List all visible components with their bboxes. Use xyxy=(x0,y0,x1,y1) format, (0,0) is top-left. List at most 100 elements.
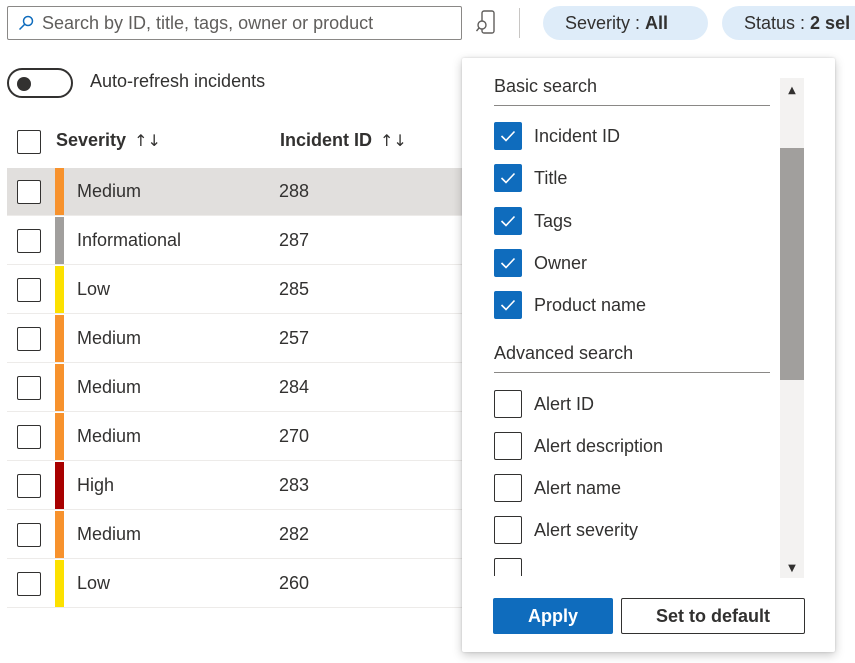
option-label: Alert description xyxy=(534,435,664,456)
search-box[interactable] xyxy=(7,6,462,40)
checkbox-checked[interactable] xyxy=(494,291,522,319)
row-checkbox[interactable] xyxy=(17,278,41,302)
incident-id-cell: 287 xyxy=(279,230,310,250)
advanced-search-title: Advanced search xyxy=(494,343,634,363)
severity-color-bar xyxy=(55,511,64,558)
column-label: Incident ID xyxy=(280,130,373,150)
column-label: Severity xyxy=(56,130,127,150)
checkmark-icon xyxy=(500,299,516,311)
option-incident-id[interactable]: Incident ID xyxy=(494,121,620,151)
option-label: Alert name xyxy=(534,477,622,498)
incident-id-cell: 282 xyxy=(279,524,310,544)
search-options-button[interactable] xyxy=(474,8,500,38)
severity-color-bar xyxy=(55,462,64,509)
severity-color-bar xyxy=(55,364,64,411)
severity-cell: Medium xyxy=(77,377,142,397)
auto-refresh-toggle[interactable] xyxy=(7,68,73,98)
row-checkbox[interactable] xyxy=(17,180,41,204)
checkbox-unchecked[interactable] xyxy=(494,432,522,460)
checkbox-checked[interactable] xyxy=(494,249,522,277)
incident-id-cell: 283 xyxy=(279,475,310,495)
severity-filter-pill[interactable]: Severity : All xyxy=(543,6,708,40)
option-partial[interactable] xyxy=(494,557,534,576)
incident-id-cell: 260 xyxy=(279,573,310,593)
scroll-up-icon[interactable]: ▲ xyxy=(780,80,804,100)
option-alert-id[interactable]: Alert ID xyxy=(494,389,594,419)
checkbox-checked[interactable] xyxy=(494,207,522,235)
search-icon xyxy=(18,15,34,31)
option-label: Title xyxy=(534,167,568,188)
option-alert-severity[interactable]: Alert severity xyxy=(494,515,638,545)
option-alert-description[interactable]: Alert description xyxy=(494,431,663,461)
severity-filter-label: Severity : xyxy=(565,12,641,33)
status-filter-pill[interactable]: Status : 2 sel xyxy=(722,6,855,40)
severity-cell: Medium xyxy=(77,181,142,201)
table-row[interactable]: Low 260 xyxy=(7,560,462,608)
column-header-incident-id[interactable]: Incident ID ↑↓ xyxy=(280,130,407,151)
option-label: Alert severity xyxy=(534,519,639,540)
option-label: Owner xyxy=(534,252,588,273)
table-row[interactable]: Low 285 xyxy=(7,266,462,314)
table-row[interactable]: Medium 270 xyxy=(7,413,462,461)
scroll-down-icon[interactable]: ▼ xyxy=(780,558,804,578)
checkbox-checked[interactable] xyxy=(494,122,522,150)
severity-color-bar xyxy=(55,413,64,460)
table-row[interactable]: Medium 284 xyxy=(7,364,462,412)
table-row[interactable]: Informational 287 xyxy=(7,217,462,265)
search-input[interactable] xyxy=(40,11,444,35)
row-checkbox[interactable] xyxy=(17,523,41,547)
option-label: Product name xyxy=(534,294,647,315)
row-checkbox[interactable] xyxy=(17,376,41,400)
incident-id-cell: 257 xyxy=(279,328,310,348)
severity-color-bar xyxy=(55,560,64,607)
row-checkbox[interactable] xyxy=(17,474,41,498)
severity-color-bar xyxy=(55,266,64,313)
option-label: Alert ID xyxy=(534,393,595,414)
severity-color-bar xyxy=(55,315,64,362)
option-title[interactable]: Title xyxy=(494,163,567,193)
severity-cell: Medium xyxy=(77,328,142,348)
severity-cell: Informational xyxy=(77,230,182,250)
options-scroll-area: Basic search Incident ID Title Tags Owne… xyxy=(462,58,780,576)
auto-refresh-label: Auto-refresh incidents xyxy=(90,71,266,91)
checkbox-unchecked[interactable] xyxy=(494,474,522,502)
checkbox-unchecked[interactable] xyxy=(494,390,522,418)
table-header: Severity ↑↓ Incident ID ↑↓ xyxy=(0,118,462,164)
incident-id-cell: 288 xyxy=(279,181,310,201)
table-row[interactable]: High 283 xyxy=(7,462,462,510)
scrollbar-thumb[interactable] xyxy=(780,148,804,380)
search-options-panel: Basic search Incident ID Title Tags Owne… xyxy=(462,58,835,652)
set-to-default-button[interactable]: Set to default xyxy=(621,598,805,634)
column-header-severity[interactable]: Severity ↑↓ xyxy=(56,130,161,151)
table-row[interactable]: Medium 257 xyxy=(7,315,462,363)
row-checkbox[interactable] xyxy=(17,425,41,449)
checkbox-unchecked[interactable] xyxy=(494,516,522,544)
apply-button[interactable]: Apply xyxy=(493,598,613,634)
basic-search-title: Basic search xyxy=(494,76,598,96)
severity-color-bar xyxy=(55,217,64,264)
row-checkbox[interactable] xyxy=(17,229,41,253)
status-filter-label: Status : xyxy=(744,12,806,33)
section-divider xyxy=(494,372,770,373)
option-product-name[interactable]: Product name xyxy=(494,290,646,320)
toggle-knob xyxy=(17,77,31,91)
option-alert-name[interactable]: Alert name xyxy=(494,473,621,503)
section-divider xyxy=(494,105,770,106)
row-checkbox[interactable] xyxy=(17,327,41,351)
row-checkbox[interactable] xyxy=(17,572,41,596)
severity-cell: Medium xyxy=(77,524,142,544)
severity-cell: High xyxy=(77,475,115,495)
status-filter-value: 2 sel xyxy=(810,12,851,33)
option-owner[interactable]: Owner xyxy=(494,248,587,278)
severity-cell: Low xyxy=(77,573,111,593)
table-row[interactable]: Medium 288 xyxy=(7,168,462,216)
checkbox-checked[interactable] xyxy=(494,164,522,192)
checkmark-icon xyxy=(500,130,516,142)
table-row[interactable]: Medium 282 xyxy=(7,511,462,559)
checkbox-unchecked[interactable] xyxy=(494,558,522,576)
scrollbar[interactable]: ▲ ▼ xyxy=(780,78,804,578)
checkmark-icon xyxy=(500,215,516,227)
option-tags[interactable]: Tags xyxy=(494,206,572,236)
select-all-checkbox[interactable] xyxy=(17,130,41,154)
incident-id-cell: 270 xyxy=(279,426,310,446)
